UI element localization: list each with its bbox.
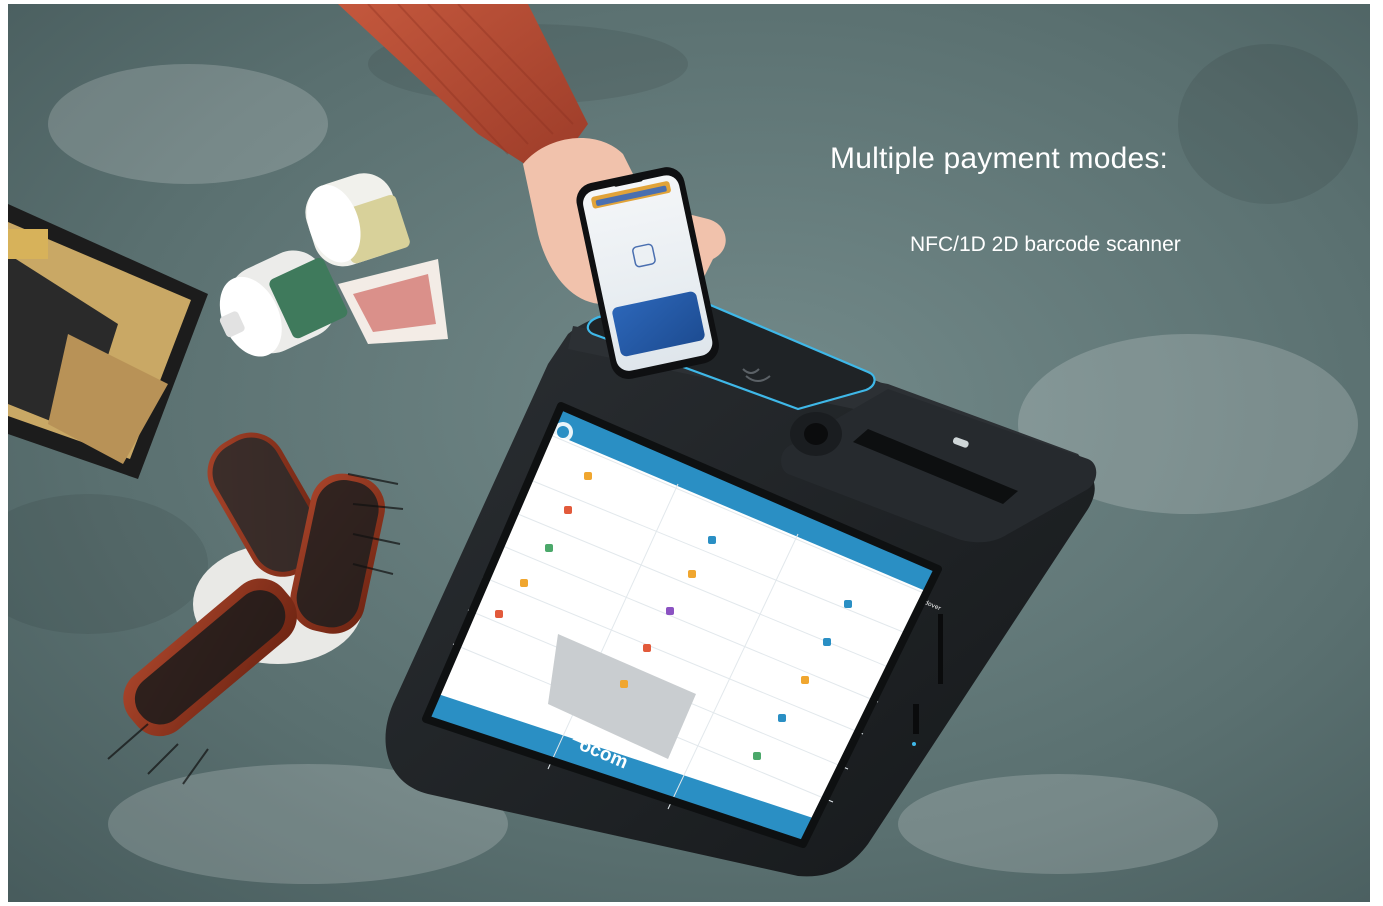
- headline: Multiple payment modes:: [830, 142, 1169, 175]
- photo-illustration: Handover ocom: [8, 4, 1370, 902]
- photo-frame: Handover ocom Multiple payment modes: NF…: [0, 0, 1383, 906]
- product-photo: Handover ocom Multiple payment modes: NF…: [8, 4, 1370, 902]
- subheadline: NFC/1D 2D barcode scanner: [910, 233, 1181, 256]
